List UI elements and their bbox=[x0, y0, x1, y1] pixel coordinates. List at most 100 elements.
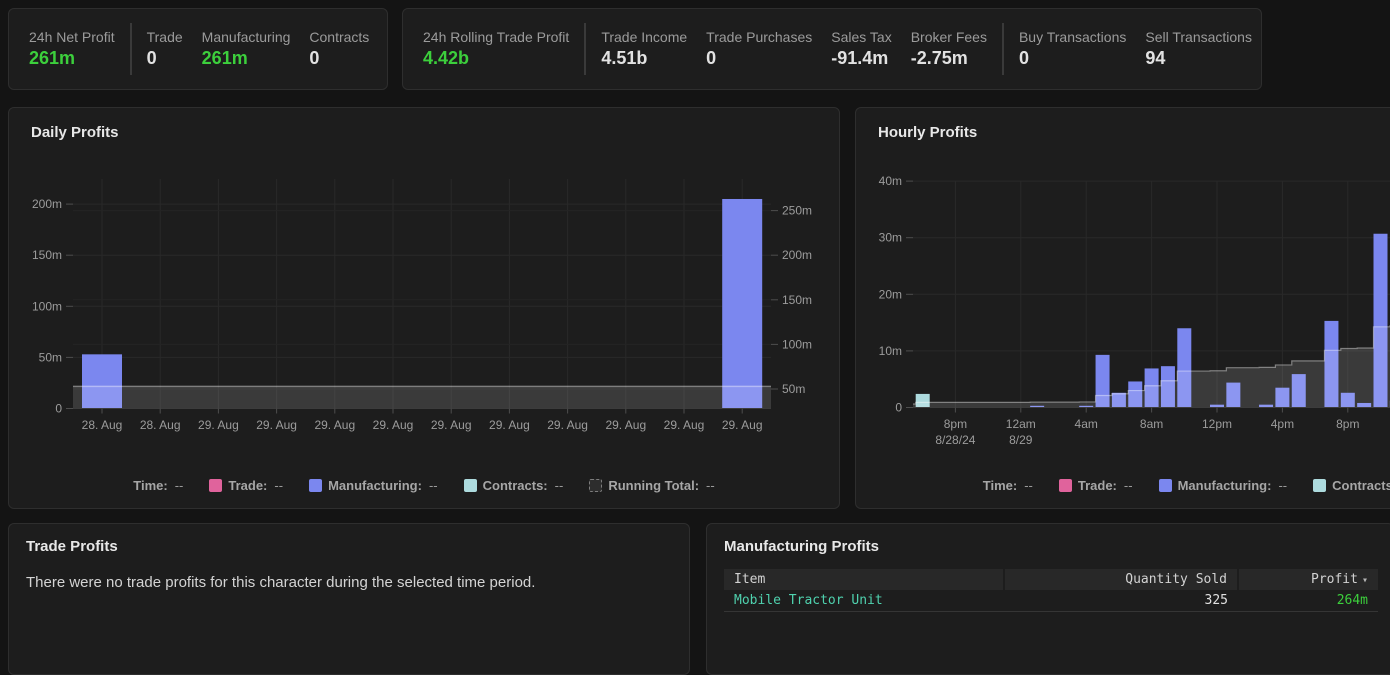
chart-legend: Time:--Trade:--Manufacturing:--Contracts… bbox=[9, 478, 839, 493]
legend-value: -- bbox=[1124, 478, 1133, 493]
stat-contracts: Contracts 0 bbox=[309, 28, 369, 70]
stat-label: 24h Rolling Trade Profit bbox=[423, 28, 569, 46]
svg-text:29. Aug: 29. Aug bbox=[373, 418, 414, 432]
stat-group: Trade 0 Manufacturing 261m Contracts 0 bbox=[147, 28, 370, 70]
legend-item-trade[interactable]: Trade: -- bbox=[209, 478, 283, 493]
svg-text:28. Aug: 28. Aug bbox=[140, 418, 181, 432]
stat-label: Sales Tax bbox=[831, 28, 891, 46]
legend-label: Manufacturing: bbox=[1178, 478, 1272, 493]
legend-item-manufacturing[interactable]: Manufacturing:-- bbox=[309, 478, 438, 493]
table-row[interactable]: Mobile Tractor Unit 325 264m bbox=[724, 590, 1378, 612]
legend-value: -- bbox=[555, 478, 564, 493]
legend-item-trade[interactable]: Trade:-- bbox=[1059, 478, 1133, 493]
daily-profits-chart[interactable]: 050m100m150m200m50m100m150m200m250m28. A… bbox=[9, 108, 839, 508]
divider bbox=[130, 23, 132, 75]
stat-label: Trade bbox=[147, 28, 183, 46]
stat-24h-net-profit: 24h Net Profit 261m bbox=[29, 28, 115, 70]
legend-item-time[interactable]: Time:-- bbox=[133, 478, 183, 493]
svg-text:8am: 8am bbox=[1140, 417, 1163, 431]
trade-summary-panel: 24h Rolling Trade Profit 4.42b Trade Inc… bbox=[402, 8, 1262, 90]
svg-text:10m: 10m bbox=[879, 344, 902, 358]
hourly-profits-chart[interactable]: 010m20m30m40m8pm8/28/2412am8/294am8am12p… bbox=[856, 108, 1390, 508]
legend-swatch bbox=[309, 479, 322, 492]
legend-swatch bbox=[209, 479, 222, 492]
column-header-label: Profit bbox=[1311, 572, 1358, 587]
stat-sales-tax: Sales Tax -91.4m bbox=[831, 28, 891, 70]
stat-24h-rolling-trade-profit: 24h Rolling Trade Profit 4.42b bbox=[423, 28, 569, 70]
svg-text:12pm: 12pm bbox=[1202, 417, 1232, 431]
stat-value: 4.51b bbox=[601, 46, 687, 70]
column-header-item[interactable]: Item bbox=[724, 569, 1004, 590]
divider bbox=[1002, 23, 1004, 75]
stat-value: 94 bbox=[1145, 46, 1252, 70]
legend-value: -- bbox=[274, 478, 283, 493]
svg-text:29. Aug: 29. Aug bbox=[314, 418, 355, 432]
svg-text:150m: 150m bbox=[32, 248, 62, 262]
legend-item-manufacturing[interactable]: Manufacturing: -- bbox=[1159, 478, 1288, 493]
svg-text:250m: 250m bbox=[782, 204, 812, 218]
column-header-quantity-sold[interactable]: Quantity Sold bbox=[1004, 569, 1238, 590]
svg-text:8/29: 8/29 bbox=[1009, 433, 1033, 447]
stat-value: -2.75m bbox=[911, 46, 987, 70]
svg-text:30m: 30m bbox=[879, 231, 902, 245]
legend-label: Contracts: bbox=[1332, 478, 1390, 493]
chart-legend: Time:--Trade:--Manufacturing:--Contracts… bbox=[856, 478, 1390, 493]
svg-text:50m: 50m bbox=[782, 382, 805, 396]
legend-item-running-total[interactable]: Running Total:-- bbox=[589, 478, 714, 493]
svg-text:200m: 200m bbox=[782, 248, 812, 262]
stat-value: 4.42b bbox=[423, 46, 569, 70]
legend-value: -- bbox=[1024, 478, 1033, 493]
card-title: Trade Profits bbox=[26, 538, 672, 555]
legend-label: Running Total: bbox=[608, 478, 699, 493]
table-header-row: Item Quantity Sold Profit ▾ bbox=[724, 569, 1378, 590]
stat-value: 0 bbox=[1019, 46, 1126, 70]
legend-item-time[interactable]: Time: -- bbox=[983, 478, 1033, 493]
stat-trade: Trade 0 bbox=[147, 28, 183, 70]
legend-label: Time: bbox=[983, 478, 1017, 493]
legend-label: Contracts: bbox=[483, 478, 548, 493]
legend-swatch bbox=[589, 479, 602, 492]
stat-manufacturing: Manufacturing 261m bbox=[202, 28, 291, 70]
svg-text:29. Aug: 29. Aug bbox=[198, 418, 239, 432]
stat-value: 0 bbox=[147, 46, 183, 70]
legend-swatch bbox=[1159, 479, 1172, 492]
stat-value: 261m bbox=[29, 46, 115, 70]
svg-text:29. Aug: 29. Aug bbox=[256, 418, 297, 432]
manufacturing-profits-table: Item Quantity Sold Profit ▾ Mobile Tracto… bbox=[724, 569, 1378, 612]
stat-group: Trade Income 4.51b Trade Purchases 0 Sal… bbox=[601, 28, 987, 70]
legend-item-contracts[interactable]: Contracts: -- bbox=[464, 478, 564, 493]
svg-text:200m: 200m bbox=[32, 197, 62, 211]
trade-profits-card: Trade Profits There were no trade profit… bbox=[8, 523, 690, 675]
legend-swatch bbox=[1313, 479, 1326, 492]
sort-desc-icon: ▾ bbox=[1362, 575, 1368, 586]
divider bbox=[584, 23, 586, 75]
card-title: Manufacturing Profits bbox=[724, 538, 1376, 555]
svg-text:100m: 100m bbox=[32, 299, 62, 313]
svg-text:29. Aug: 29. Aug bbox=[489, 418, 530, 432]
stat-value: 0 bbox=[309, 46, 369, 70]
legend-value: -- bbox=[429, 478, 438, 493]
legend-value: -- bbox=[1278, 478, 1287, 493]
stat-sell-transactions: Sell Transactions 94 bbox=[1145, 28, 1252, 70]
legend-item-contracts[interactable]: Contracts:-- bbox=[1313, 478, 1390, 493]
hourly-profits-card: Hourly Profits 010m20m30m40m8pm8/28/2412… bbox=[855, 107, 1390, 509]
svg-text:29. Aug: 29. Aug bbox=[605, 418, 646, 432]
column-header-label: Item bbox=[734, 572, 765, 587]
stat-trade-income: Trade Income 4.51b bbox=[601, 28, 687, 70]
net-profit-summary-panel: 24h Net Profit 261m Trade 0 Manufacturin… bbox=[8, 8, 388, 90]
legend-value: -- bbox=[175, 478, 184, 493]
svg-text:12am: 12am bbox=[1006, 417, 1036, 431]
item-link[interactable]: Mobile Tractor Unit bbox=[724, 590, 1004, 612]
daily-profits-card: Daily Profits 050m100m150m200m50m100m150… bbox=[8, 107, 840, 509]
column-header-profit[interactable]: Profit ▾ bbox=[1238, 569, 1378, 590]
svg-text:29. Aug: 29. Aug bbox=[722, 418, 763, 432]
svg-text:100m: 100m bbox=[782, 337, 812, 351]
svg-text:20m: 20m bbox=[879, 287, 902, 301]
svg-text:29. Aug: 29. Aug bbox=[664, 418, 705, 432]
svg-text:8/28/24: 8/28/24 bbox=[935, 433, 975, 447]
stat-label: 24h Net Profit bbox=[29, 28, 115, 46]
stat-trade-purchases: Trade Purchases 0 bbox=[706, 28, 812, 70]
legend-label: Trade: bbox=[228, 478, 267, 493]
stat-label: Broker Fees bbox=[911, 28, 987, 46]
stat-label: Contracts bbox=[309, 28, 369, 46]
